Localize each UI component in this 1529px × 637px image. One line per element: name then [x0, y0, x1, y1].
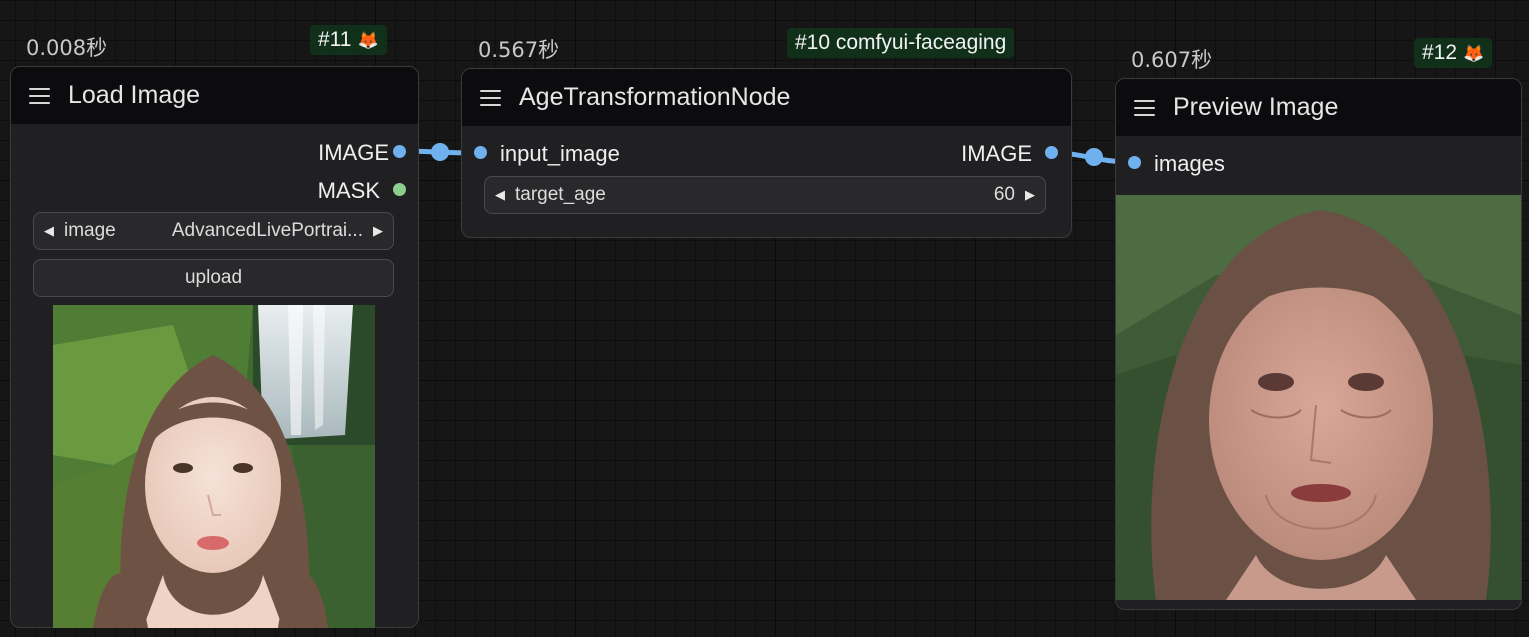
fox-icon: 🦊: [357, 31, 379, 50]
output-dot-image[interactable]: [1045, 146, 1058, 159]
output-label-mask: MASK: [317, 178, 380, 203]
menu-icon[interactable]: [1134, 99, 1155, 116]
node-id-label: #12: [1422, 41, 1458, 64]
arrow-left-icon[interactable]: ◀: [34, 223, 64, 239]
input-slot-images[interactable]: images: [1154, 151, 1225, 177]
output-slot-image[interactable]: IMAGE: [961, 141, 1032, 167]
preview-node-timing: 0.607秒: [1131, 48, 1213, 72]
output-slot-image[interactable]: IMAGE: [318, 140, 389, 166]
widget-value: AdvancedLivePortrai...: [171, 220, 363, 241]
node-title: AgeTransformationNode: [519, 83, 791, 111]
node-id-label: #10 comfyui-faceaging: [795, 31, 1007, 54]
node-id-label: #11: [318, 28, 352, 51]
image-combo-widget[interactable]: ◀ image AdvancedLivePortrai... ▶: [33, 212, 394, 250]
node-title: Load Image: [68, 81, 201, 109]
output-image-preview: [1116, 195, 1521, 600]
graph-canvas[interactable]: 0.008秒 #11 🦊 Load Image IMAGE MASK ◀ imag…: [0, 0, 1529, 637]
arrow-right-icon[interactable]: ▶: [1015, 187, 1045, 203]
young-woman-photo: [53, 305, 375, 628]
output-dot-image[interactable]: [393, 145, 406, 158]
output-slot-mask[interactable]: MASK: [318, 178, 380, 204]
input-image-preview: [53, 305, 375, 628]
widget-value: 60: [993, 184, 1015, 205]
fox-icon: 🦊: [1463, 44, 1485, 63]
arrow-left-icon[interactable]: ◀: [485, 187, 515, 203]
node-title: Preview Image: [1173, 93, 1339, 121]
target-age-widget[interactable]: ◀ target_age 60 ▶: [484, 176, 1046, 214]
output-dot-mask[interactable]: [393, 183, 406, 196]
input-dot-images[interactable]: [1128, 156, 1141, 169]
node-header[interactable]: AgeTransformationNode: [462, 69, 1071, 126]
load-image-timing: 0.008秒: [26, 36, 108, 60]
input-dot-image[interactable]: [474, 146, 487, 159]
age-node-timing: 0.567秒: [478, 38, 560, 62]
preview-node-badge: #12 🦊: [1414, 38, 1493, 68]
link-midpoint-1: [431, 143, 449, 161]
input-label: input_image: [500, 141, 620, 166]
menu-icon[interactable]: [480, 89, 501, 106]
node-header[interactable]: Load Image: [11, 67, 418, 124]
age-node-badge: #10 comfyui-faceaging: [787, 28, 1015, 58]
widget-label: image: [64, 220, 116, 241]
menu-icon[interactable]: [29, 87, 50, 104]
output-label: IMAGE: [961, 141, 1032, 166]
output-label-image: IMAGE: [318, 140, 389, 165]
arrow-right-icon[interactable]: ▶: [363, 223, 393, 239]
input-label: images: [1154, 151, 1225, 176]
input-slot-image[interactable]: input_image: [500, 141, 620, 167]
aged-woman-photo: [1116, 195, 1521, 600]
link-midpoint-2: [1085, 148, 1103, 166]
upload-label: upload: [184, 267, 243, 288]
node-header[interactable]: Preview Image: [1116, 79, 1521, 136]
upload-button[interactable]: upload: [33, 259, 394, 297]
widget-label: target_age: [515, 184, 606, 205]
load-image-badge: #11 🦊: [310, 25, 387, 55]
